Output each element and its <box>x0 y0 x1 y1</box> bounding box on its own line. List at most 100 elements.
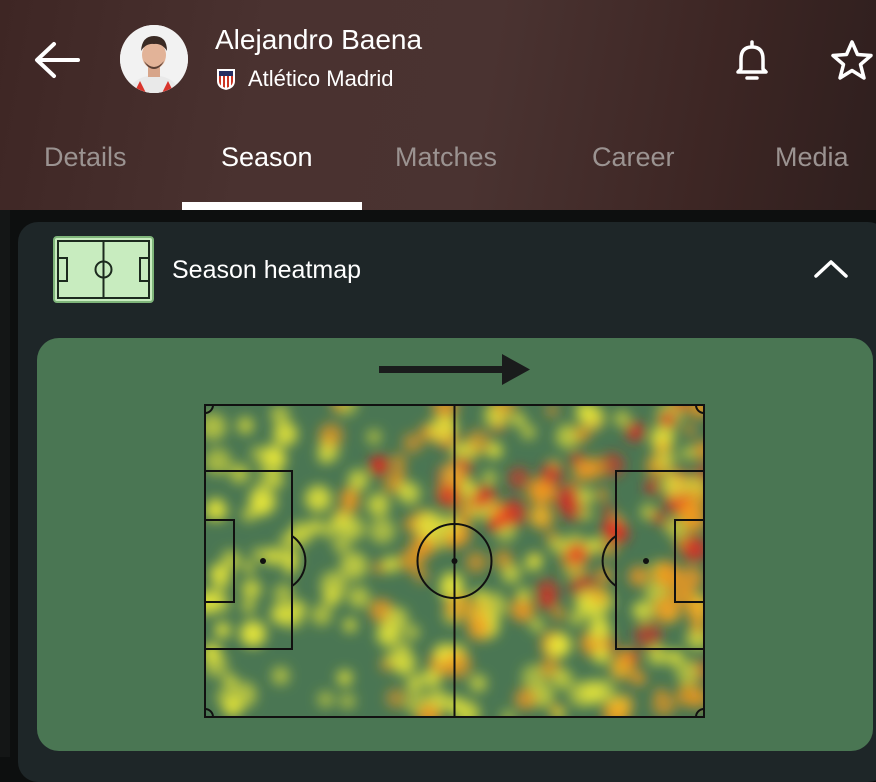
heat-blob <box>578 507 593 522</box>
heat-blob <box>493 549 513 569</box>
heat-blob <box>551 668 573 689</box>
chevron-up-icon <box>814 260 848 278</box>
heat-blob <box>318 422 344 448</box>
team-info[interactable]: Atlético Madrid <box>215 64 394 94</box>
heat-blob <box>271 666 290 685</box>
heat-blob <box>538 592 557 611</box>
heat-blob <box>661 473 687 498</box>
heat-blob <box>382 556 400 573</box>
heat-blob <box>613 410 631 427</box>
heat-blob <box>270 405 290 425</box>
heat-blob <box>499 499 527 527</box>
heat-blob <box>402 432 423 453</box>
heat-blob <box>678 565 704 592</box>
heat-blob <box>545 404 559 418</box>
heat-blob <box>369 455 390 476</box>
heat-blob <box>258 456 281 478</box>
heat-blob <box>634 621 663 650</box>
heat-blob <box>554 485 580 511</box>
back-button[interactable] <box>30 38 82 82</box>
heat-blob <box>466 429 491 454</box>
heat-blob <box>204 652 228 678</box>
heat-blob <box>602 505 615 517</box>
heat-blob <box>651 510 665 524</box>
heat-blob <box>347 586 370 609</box>
heat-blob <box>340 551 368 580</box>
heat-blob <box>633 600 654 622</box>
team-name: Atlético Madrid <box>248 66 394 91</box>
heat-blob <box>385 688 407 709</box>
tab-season[interactable]: Season <box>221 142 313 173</box>
tab-matches[interactable]: Matches <box>395 142 497 173</box>
heat-blob <box>429 416 457 444</box>
heat-blob <box>680 445 696 461</box>
team-crest-icon <box>217 69 235 90</box>
heat-blob <box>305 485 332 512</box>
heat-blob <box>283 561 297 575</box>
player-name: Alejandro Baena <box>215 24 423 55</box>
heat-blob <box>592 647 611 665</box>
pitch-icon <box>53 236 154 303</box>
heat-blob <box>239 620 267 648</box>
heat-blob <box>589 586 609 606</box>
heatmap-pitch <box>204 404 705 718</box>
heat-blob <box>222 696 243 717</box>
heat-blob <box>223 673 237 688</box>
heat-blob <box>511 412 526 427</box>
heat-blob <box>596 488 609 501</box>
active-tab-indicator <box>182 202 362 210</box>
notifications-button[interactable] <box>730 38 774 84</box>
heat-blob <box>482 470 497 485</box>
heat-blob <box>665 650 682 667</box>
heat-blob <box>237 417 254 434</box>
heat-blob <box>507 467 531 490</box>
heat-blob <box>339 488 360 508</box>
heat-blob <box>320 571 347 598</box>
heat-blob <box>243 561 256 574</box>
heat-blob <box>469 674 488 693</box>
heat-blob <box>529 504 555 530</box>
heat-blob <box>204 413 227 441</box>
heat-blob <box>444 651 472 679</box>
favorite-button[interactable] <box>828 38 876 84</box>
heat-blob <box>343 618 357 632</box>
heat-blob <box>241 579 262 600</box>
heat-blob <box>208 501 229 521</box>
heat-blob <box>369 517 396 544</box>
heat-blob <box>610 654 637 681</box>
heat-blob <box>523 554 541 572</box>
heat-blob <box>466 617 491 642</box>
heat-blob <box>565 542 590 566</box>
tab-details[interactable]: Details <box>44 142 127 173</box>
heat-blob <box>317 691 335 708</box>
heat-blob <box>391 468 406 483</box>
heat-blob <box>415 511 444 540</box>
tab-career[interactable]: Career <box>592 142 675 173</box>
collapse-button[interactable] <box>812 254 850 284</box>
heat-blob <box>340 516 365 541</box>
tab-media[interactable]: Media <box>775 142 849 173</box>
back-arrow-icon <box>35 42 80 78</box>
heat-blob <box>337 670 353 686</box>
heat-blob <box>683 423 697 437</box>
heat-blob <box>587 537 603 553</box>
heat-blob <box>339 692 356 710</box>
heat-blob <box>366 493 390 517</box>
heat-blob <box>221 550 242 571</box>
heat-blob <box>270 604 291 625</box>
heat-blob <box>653 595 681 624</box>
avatar <box>120 25 188 93</box>
heat-blob <box>241 599 256 614</box>
heat-blob <box>437 484 460 508</box>
heat-blob <box>214 621 231 639</box>
heat-blob <box>551 605 567 621</box>
heat-blob <box>653 561 681 589</box>
heat-blob <box>366 429 382 445</box>
heat-blob <box>450 442 466 458</box>
heat-blob <box>516 587 531 602</box>
scroll-gutter <box>0 210 10 757</box>
heat-blob <box>229 463 250 484</box>
heat-blob <box>487 515 504 533</box>
heat-blob <box>263 546 283 566</box>
profile-header: Alejandro Baena Atlético Madrid Details … <box>0 0 876 210</box>
